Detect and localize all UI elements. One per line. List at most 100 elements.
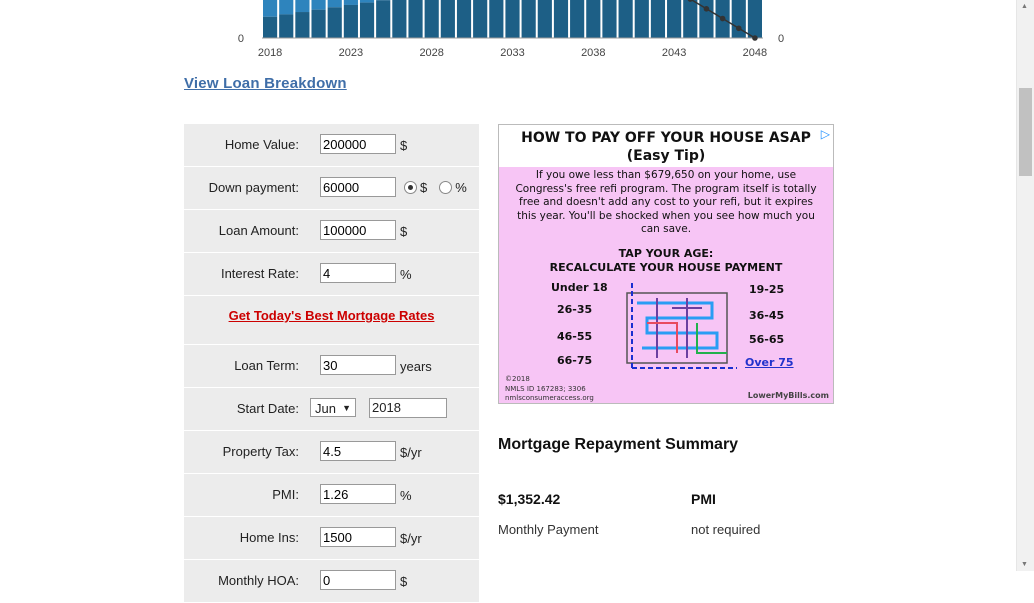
ad-body: If you owe less than $679,650 on your ho… (499, 167, 833, 237)
dollar-radio-label: $ (420, 180, 427, 195)
principal-bar (554, 0, 568, 38)
dollar-radio[interactable] (404, 181, 417, 194)
principal-bar (360, 3, 374, 38)
monthly-hoa-label: Monthly HOA: (218, 573, 299, 588)
y-right-tick-label: 0 (778, 33, 784, 45)
principal-bar (667, 0, 681, 38)
principal-bar (489, 0, 503, 38)
home-ins-label: Home Ins: (240, 530, 299, 545)
interest-bar (344, 0, 358, 5)
ad-tap: TAP YOUR AGE: (499, 247, 833, 261)
principal-bar (586, 0, 600, 38)
age-66-75[interactable]: 66-75 (557, 354, 592, 367)
interest-rate-label: Interest Rate: (221, 266, 299, 281)
age-under-18[interactable]: Under 18 (551, 281, 608, 294)
monthly-payment-label: Monthly Payment (498, 522, 598, 537)
percent-radio-label: % (455, 180, 467, 195)
start-date-label: Start Date: (237, 401, 299, 416)
principal-bar (635, 0, 649, 38)
principal-bar (311, 10, 325, 38)
home-value-label: Home Value: (225, 137, 299, 152)
principal-bar (392, 0, 406, 38)
balance-point (720, 16, 726, 22)
home-ins-row: Home Ins: $/yr (184, 517, 479, 560)
age-26-35[interactable]: 26-35 (557, 303, 592, 316)
principal-bar (538, 0, 552, 38)
age-56-65[interactable]: 56-65 (749, 333, 784, 346)
percent-radio[interactable] (439, 181, 452, 194)
home-ins-input[interactable] (320, 527, 396, 547)
best-mortgage-rates-link[interactable]: Get Today's Best Mortgage Rates (229, 308, 435, 323)
principal-bar (683, 0, 697, 38)
vertical-scrollbar[interactable]: ▲ ▼ (1016, 0, 1034, 571)
interest-bar (263, 0, 277, 17)
down-payment-type: $ % (404, 180, 467, 195)
loan-term-unit: years (400, 359, 432, 374)
property-tax-input[interactable] (320, 441, 396, 461)
ad-fine-url: nmlsconsumeraccess.org (505, 394, 594, 403)
principal-bar (602, 0, 616, 38)
interest-rate-input[interactable] (320, 263, 396, 283)
loan-amount-input[interactable] (320, 220, 396, 240)
interest-rate-row: Interest Rate: % (184, 253, 479, 296)
principal-bar (619, 0, 633, 38)
interest-bar (295, 0, 309, 12)
loan-amount-label: Loan Amount: (219, 223, 299, 238)
x-tick-label: 2038 (581, 47, 605, 59)
principal-bar (441, 0, 455, 38)
ad-fine-copyright: ©2018 (505, 375, 530, 384)
start-year-input[interactable]: 2018 (369, 398, 447, 418)
view-loan-breakdown-link[interactable]: View Loan Breakdown (184, 75, 347, 92)
advertisement[interactable]: HOW TO PAY OFF YOUR HOUSE ASAP (Easy Tip… (498, 124, 834, 404)
principal-bar (279, 14, 293, 38)
ad-title-line2: (Easy Tip) (499, 147, 833, 165)
y-left-tick-label: 0 (238, 33, 244, 45)
principal-bar (328, 7, 342, 38)
scroll-down-icon[interactable]: ▼ (1021, 561, 1028, 568)
interest-bar (328, 0, 342, 7)
balance-point (752, 35, 758, 41)
interest-bar (360, 0, 374, 3)
interest-bar (311, 0, 325, 10)
home-value-row: Home Value: $ (184, 124, 479, 167)
x-tick-label: 2043 (662, 47, 686, 59)
principal-bar (295, 12, 309, 38)
home-value-unit: $ (400, 138, 407, 153)
start-date-row: Start Date: Jun ▼ 2018 (184, 388, 479, 431)
x-tick-label: 2028 (419, 47, 443, 59)
rates-link-row: Get Today's Best Mortgage Rates (184, 296, 479, 345)
age-19-25[interactable]: 19-25 (749, 283, 784, 296)
scroll-up-icon[interactable]: ▲ (1021, 3, 1028, 10)
x-tick-label: 2033 (500, 47, 524, 59)
interest-bar (279, 0, 293, 14)
ad-title: HOW TO PAY OFF YOUR HOUSE ASAP (Easy Tip… (499, 125, 833, 167)
pmi-row: PMI: % (184, 474, 479, 517)
age-46-55[interactable]: 46-55 (557, 330, 592, 343)
interest-rate-unit: % (400, 267, 412, 282)
pmi-unit: % (400, 488, 412, 503)
property-tax-unit: $/yr (400, 445, 422, 460)
pmi-summary-label: not required (691, 522, 760, 537)
monthly-hoa-input[interactable] (320, 570, 396, 590)
age-over-75[interactable]: Over 75 (745, 356, 794, 369)
age-36-45[interactable]: 36-45 (749, 309, 784, 322)
ad-title-line1: HOW TO PAY OFF YOUR HOUSE ASAP (499, 129, 833, 147)
principal-bar (651, 0, 665, 38)
loan-term-input[interactable] (320, 355, 396, 375)
ad-brand-logo: LowerMyBills.com (748, 391, 829, 400)
home-value-input[interactable] (320, 134, 396, 154)
down-payment-label: Down payment: (209, 180, 299, 195)
principal-bar (570, 0, 584, 38)
start-month-select[interactable]: Jun ▼ (310, 398, 356, 417)
down-payment-row: Down payment: $ % (184, 167, 479, 210)
chevron-down-icon: ▼ (342, 399, 351, 418)
principal-bar (425, 0, 439, 38)
pmi-input[interactable] (320, 484, 396, 504)
summary-title: Mortgage Repayment Summary (498, 436, 738, 454)
loan-term-row: Loan Term: years (184, 345, 479, 388)
scrollbar-thumb[interactable] (1019, 88, 1032, 176)
down-payment-input[interactable] (320, 177, 396, 197)
adchoices-icon[interactable]: ▷ (821, 127, 830, 141)
principal-bar (473, 0, 487, 38)
monthly-hoa-unit: $ (400, 574, 407, 589)
